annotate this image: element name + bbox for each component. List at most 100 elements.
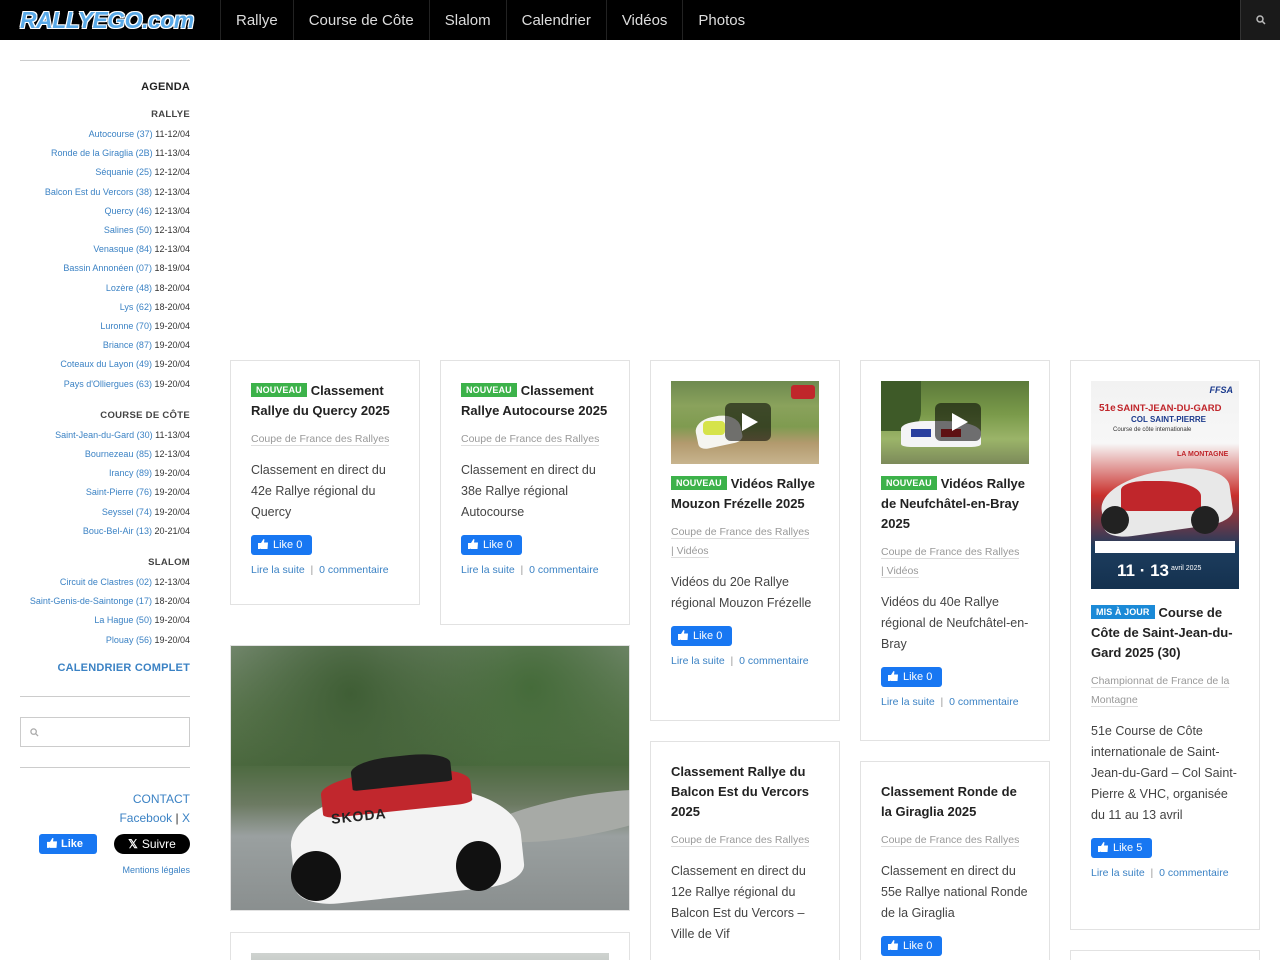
article-title[interactable]: Classement Rallye du Balcon Est du Verco… <box>671 762 819 822</box>
article-category[interactable]: Coupe de France des Rallyes <box>671 526 810 539</box>
article-image[interactable] <box>251 953 609 960</box>
article-title[interactable]: MIS À JOUR Course de Côte de Saint-Jean-d… <box>1091 603 1239 663</box>
agenda-event-link[interactable]: Saint-Jean-du-Gard (30) <box>55 430 153 440</box>
agenda-event-link[interactable]: La Hague (50) <box>94 615 152 625</box>
article-category[interactable]: Coupe de France des Rallyes <box>461 433 600 446</box>
like-label: Like <box>61 837 84 850</box>
agenda-event: Ronde de la Giraglia (2B) 11-13/04 <box>20 144 190 163</box>
agenda-event-link[interactable]: Lozère (48) <box>106 283 152 293</box>
play-icon <box>935 403 981 441</box>
article-excerpt: Classement en direct du 42e Rallye régio… <box>251 463 386 519</box>
site-logo[interactable]: RALLYEGO.com <box>20 6 202 34</box>
agenda-event: La Hague (50) 19-20/04 <box>20 611 190 630</box>
agenda-event: Salines (50) 12-13/04 <box>20 221 190 240</box>
facebook-like-button[interactable]: Like <box>39 833 97 854</box>
x-link[interactable]: X <box>182 811 190 825</box>
read-more-link[interactable]: Lire la suite <box>461 564 515 576</box>
sidebar-search-input[interactable] <box>49 718 189 745</box>
agenda-event-link[interactable]: Plouay (56) <box>106 635 152 645</box>
agenda-event-link[interactable]: Luronne (70) <box>100 321 152 331</box>
thumbs-up-icon <box>468 539 478 549</box>
x-icon: 𝕏 <box>128 836 138 851</box>
agenda-event-dates: 12-13/04 <box>154 449 190 460</box>
facebook-like-button[interactable]: Like 0 <box>881 936 943 956</box>
calendar-full-link[interactable]: CALENDRIER COMPLET <box>20 662 190 674</box>
agenda-event-link[interactable]: Saint-Genis-de-Saintonge (17) <box>30 596 152 606</box>
agenda-event-link[interactable]: Briance (87) <box>103 340 152 350</box>
article-category-videos[interactable]: | Vidéos <box>671 545 709 558</box>
agenda-event: Bassin Annonéen (07) 18-19/04 <box>20 259 190 278</box>
play-icon <box>725 403 771 441</box>
agenda-event-dates: 18-20/04 <box>154 282 190 293</box>
agenda-event-link[interactable]: Bassin Annonéen (07) <box>63 263 152 273</box>
comments-link[interactable]: 0 commentaire <box>949 696 1018 708</box>
agenda-event: Pays d'Olliergues (63) 19-20/04 <box>20 375 190 394</box>
article-title[interactable]: NOUVEAU Vidéos Rallye Mouzon Frézelle 202… <box>671 474 819 514</box>
comments-link[interactable]: 0 commentaire <box>319 564 388 576</box>
comments-link[interactable]: 0 commentaire <box>739 655 808 667</box>
agenda-event-link[interactable]: Pays d'Olliergues (63) <box>64 379 152 389</box>
featured-photo[interactable]: SKODA <box>230 645 630 911</box>
comments-link[interactable]: 0 commentaire <box>529 564 598 576</box>
agenda-event-dates: 20-21/04 <box>154 525 190 536</box>
article-title[interactable]: NOUVEAU Classement Rallye du Quercy 2025 <box>251 381 399 421</box>
nav-slalom[interactable]: Slalom <box>428 0 506 40</box>
divider <box>20 766 190 768</box>
facebook-like-button[interactable]: Like 0 <box>251 535 313 555</box>
article-title[interactable]: NOUVEAU Classement Rallye Autocourse 2025 <box>461 381 609 421</box>
agenda-category-title: SLALOM <box>148 557 190 569</box>
agenda-event-link[interactable]: Bournezeau (85) <box>85 449 152 459</box>
article-title[interactable]: NOUVEAU Vidéos Rallye de Neufchâtel-en-Br… <box>881 474 1029 534</box>
agenda-event: Saint-Jean-du-Gard (30) 11-13/04 <box>20 426 190 445</box>
agenda-event-link[interactable]: Autocourse (37) <box>89 129 153 139</box>
video-thumbnail[interactable] <box>881 381 1029 464</box>
agenda-event-link[interactable]: Ronde de la Giraglia (2B) <box>51 148 153 158</box>
facebook-like-button[interactable]: Like 0 <box>671 626 733 646</box>
article-category[interactable]: Championnat de France de la Montagne <box>1091 675 1230 707</box>
poster-tagline: Course de côte internationale <box>1113 427 1192 433</box>
agenda-event-link[interactable]: Balcon Est du Vercors (38) <box>45 187 152 197</box>
read-more-link[interactable]: Lire la suite <box>251 564 305 576</box>
facebook-like-button[interactable]: Like 5 <box>1091 838 1153 858</box>
read-more-link[interactable]: Lire la suite <box>671 655 725 667</box>
agenda-event-link[interactable]: Venasque (84) <box>93 244 152 254</box>
facebook-like-button[interactable]: Like 0 <box>461 535 523 555</box>
agenda-event-dates: 19-20/04 <box>154 634 190 645</box>
article-category[interactable]: Coupe de France des Rallyes <box>671 834 810 847</box>
nav-course-de-cote[interactable]: Course de Côte <box>292 0 429 40</box>
read-more-link[interactable]: Lire la suite <box>1091 867 1145 879</box>
video-thumbnail[interactable] <box>671 381 819 464</box>
facebook-link[interactable]: Facebook <box>119 811 172 825</box>
agenda-event-link[interactable]: Quercy (46) <box>104 206 152 216</box>
x-follow-button[interactable]: 𝕏 Suivre <box>114 833 190 854</box>
read-more-link[interactable]: Lire la suite <box>881 696 935 708</box>
agenda-event-dates: 19-20/04 <box>154 506 190 517</box>
nav-videos[interactable]: Vidéos <box>605 0 683 40</box>
article-title[interactable]: Classement Ronde de la Giraglia 2025 <box>881 782 1029 822</box>
contact-link[interactable]: CONTACT <box>20 790 190 809</box>
comments-link[interactable]: 0 commentaire <box>1159 867 1228 879</box>
article-card: Classement Ronde de la Giraglia 2025 Cou… <box>860 761 1050 960</box>
agenda-event-link[interactable]: Lys (62) <box>120 302 152 312</box>
agenda-event-link[interactable]: Saint-Pierre (76) <box>86 487 152 497</box>
article-category[interactable]: Coupe de France des Rallyes <box>251 433 390 446</box>
nav-calendrier[interactable]: Calendrier <box>505 0 606 40</box>
agenda-event-link[interactable]: Seyssel (74) <box>102 507 152 517</box>
facebook-like-button[interactable]: Like 0 <box>881 667 943 687</box>
article-category[interactable]: Coupe de France des Rallyes <box>881 546 1020 559</box>
thumbs-up-icon <box>1098 842 1108 852</box>
agenda-event-link[interactable]: Coteaux du Layon (49) <box>60 359 152 369</box>
agenda-event-link[interactable]: Séquanie (25) <box>95 167 152 177</box>
article-category[interactable]: Coupe de France des Rallyes <box>881 834 1020 847</box>
agenda-event-link[interactable]: Salines (50) <box>104 225 152 235</box>
article-footer: Lire la suite | 0 commentaire <box>881 696 1019 708</box>
legal-link[interactable]: Mentions légales <box>20 865 190 875</box>
nav-rallye[interactable]: Rallye <box>220 0 293 40</box>
search-button[interactable] <box>1240 0 1280 40</box>
event-poster[interactable]: FFSA 51e SAINT-JEAN-DU-GARD COL SAINT-PI… <box>1091 381 1239 589</box>
agenda-event-link[interactable]: Circuit de Clastres (02) <box>60 577 152 587</box>
agenda-event-link[interactable]: Bouc-Bel-Air (13) <box>83 526 152 536</box>
article-category-videos[interactable]: | Vidéos <box>881 565 919 578</box>
nav-photos[interactable]: Photos <box>682 0 760 40</box>
agenda-event-link[interactable]: Irancy (89) <box>109 468 152 478</box>
